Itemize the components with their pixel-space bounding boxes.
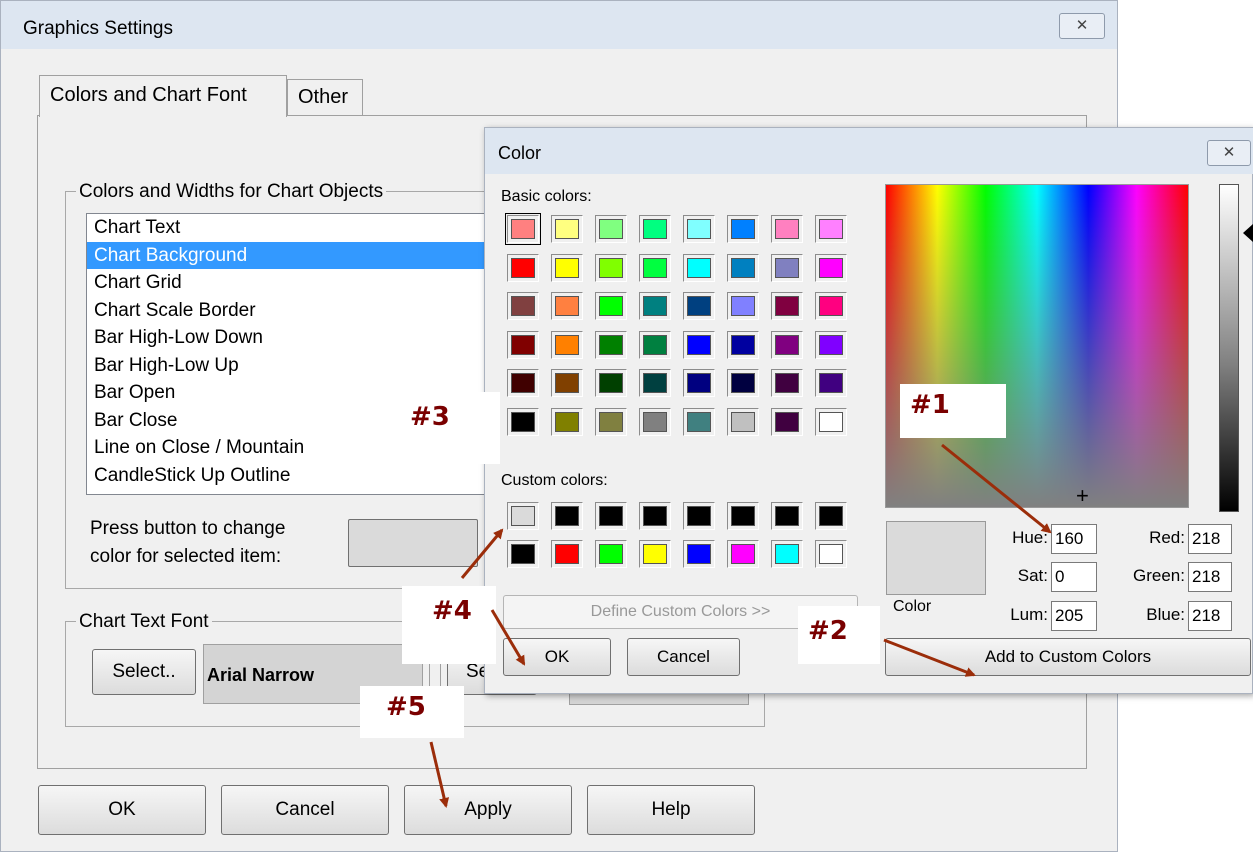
arrow-4	[490, 609, 526, 666]
arrow-1	[941, 443, 1052, 534]
annotation-arrows	[429, 443, 1052, 808]
arrow-5	[429, 741, 450, 808]
arrow-2	[883, 638, 976, 677]
tab-colors-and-chart-font[interactable]: Colors and Chart Font	[39, 75, 287, 117]
arrow-3	[460, 528, 504, 579]
tab-label: Colors and Chart Font	[50, 84, 247, 106]
